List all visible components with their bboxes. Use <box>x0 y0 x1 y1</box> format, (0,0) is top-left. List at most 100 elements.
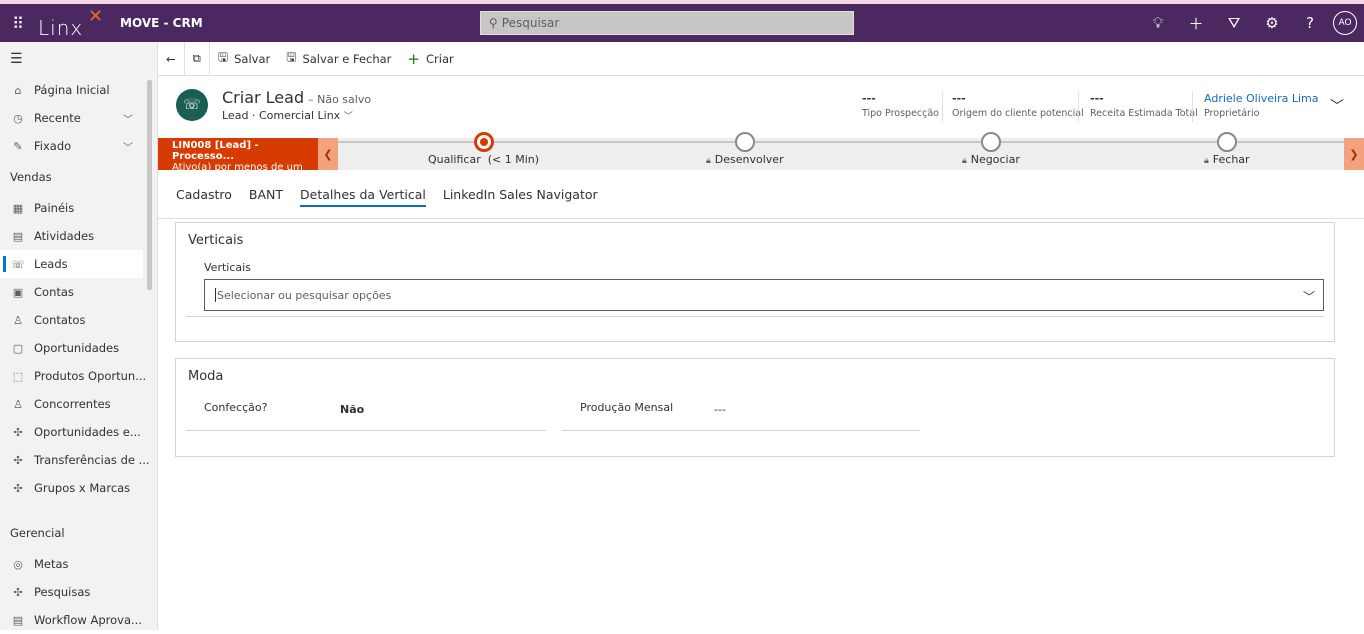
sidebar-item-goals[interactable]: ◎ Metas <box>0 550 157 578</box>
sidebar-item-opportunities[interactable]: ▢ Oportunidades <box>0 334 157 362</box>
person-icon: ♙ <box>13 313 23 327</box>
sidebar-item-competitors[interactable]: ♙ Concorrentes <box>0 390 157 418</box>
home-icon: ⌂ <box>14 83 22 97</box>
section-moda: Moda Confecção? Não Produção Mensal --- <box>175 358 1335 457</box>
help-icon[interactable]: ? <box>1291 4 1329 42</box>
stage-qualify[interactable]: Qualificar (< 1 Min) <box>428 132 539 166</box>
document-icon: ▢ <box>12 341 24 355</box>
confeccao-label: Confecção? <box>204 401 268 414</box>
business-process-flow: LIN008 [Lead] - Processo... Ativo(a) por… <box>158 132 1364 184</box>
owner-link[interactable]: Adriele Oliveira Lima <box>1204 92 1319 106</box>
section-verticais: Verticais Verticais Selecionar ou pesqui… <box>175 222 1335 342</box>
popout-icon: ⧉ <box>192 51 201 65</box>
back-button[interactable]: ← <box>158 41 185 76</box>
hamburger-icon[interactable]: ☰ <box>0 42 157 76</box>
form-selector[interactable]: Comercial Linx <box>259 109 340 122</box>
tab-vertical-details[interactable]: Detalhes da Vertical <box>300 171 426 219</box>
clipboard-icon: ▤ <box>12 613 24 627</box>
tab-linkedin[interactable]: LinkedIn Sales Navigator <box>443 171 598 219</box>
gear-icon[interactable]: ⚙ <box>1253 4 1291 42</box>
sidebar-item-pinned[interactable]: ✎ Fixado ﹀ <box>0 132 157 160</box>
plus-icon[interactable]: ＋ <box>1177 4 1215 42</box>
sidebar-item-recent[interactable]: ◷ Recente ﹀ <box>0 104 157 132</box>
stage-develop[interactable]: 🔒︎ Desenvolver <box>706 132 784 166</box>
form-tabs: Cadastro BANT Detalhes da Vertical Linke… <box>158 171 1364 219</box>
chevron-down-icon[interactable]: ﹀ <box>344 112 353 122</box>
box-icon: ⬚ <box>12 369 24 383</box>
lead-entity-icon: ☏ <box>176 89 208 121</box>
pin-icon: ✎ <box>13 139 23 153</box>
top-bar: ⠿ Linx ✕ MOVE - CRM ⚲ Pesquisar 💡︎ ＋ ⛛ ⚙… <box>0 0 1364 42</box>
sidebar: ☰ ⌂ Página Inicial ◷ Recente ﹀ ✎ Fixado ﹀ Ven… <box>0 42 158 630</box>
sidebar-item-groups-brands[interactable]: ✣ Grupos x Marcas <box>0 474 157 502</box>
sidebar-section-sales: Vendas <box>10 170 52 184</box>
confeccao-value[interactable]: Não <box>340 403 364 416</box>
sidebar-item-home[interactable]: ⌂ Página Inicial <box>0 76 157 104</box>
avatar[interactable]: AO <box>1333 11 1357 35</box>
chevron-down-icon: ﹀ <box>123 114 133 126</box>
stage-negotiate[interactable]: 🔒︎ Negociar <box>962 132 1020 166</box>
header-expand-chevron-icon[interactable]: ﹀ <box>1330 96 1344 116</box>
arrow-left-icon: ← <box>166 51 176 66</box>
producao-mensal-label: Produção Mensal <box>580 401 674 414</box>
chevron-down-icon[interactable]: ﹀ <box>1303 288 1315 305</box>
create-button[interactable]: + Criar <box>399 42 461 76</box>
linx-logo[interactable]: Linx ✕ <box>38 4 114 42</box>
sidebar-item-surveys[interactable]: ✣ Pesquisas <box>0 578 157 606</box>
sidebar-item-activities[interactable]: ▤ Atividades <box>0 222 157 250</box>
sidebar-section-management: Gerencial <box>10 526 65 540</box>
save-button[interactable]: 🖫 Salvar <box>210 42 278 76</box>
sidebar-item-contacts[interactable]: ♙ Contatos <box>0 306 157 334</box>
tab-cadastro[interactable]: Cadastro <box>176 171 232 219</box>
app-launcher-icon[interactable]: ⠿ <box>0 4 36 42</box>
form-content: Verticais Verticais Selecionar ou pesqui… <box>158 220 1364 630</box>
sidebar-scrollbar[interactable] <box>147 80 152 290</box>
verticais-multiselect[interactable]: Selecionar ou pesquisar opções ﹀ <box>204 279 1324 311</box>
sidebar-item-opportunity-products[interactable]: ⬚ Produtos Oportun... <box>0 362 157 390</box>
bpf-prev-chevron-icon[interactable]: ❮ <box>318 138 338 170</box>
tab-bant[interactable]: BANT <box>249 171 283 219</box>
search-icon: ⚲ <box>489 16 498 30</box>
header-field-est-revenue: --- Receita Estimada Total <box>1090 92 1198 119</box>
save-close-button[interactable]: 🖫 Salvar e Fechar <box>278 42 399 76</box>
puzzle-icon: ✣ <box>13 585 23 599</box>
target-icon: ◎ <box>13 557 23 571</box>
sidebar-item-leads[interactable]: ☏ Leads <box>0 250 143 278</box>
lightbulb-icon[interactable]: 💡︎ <box>1139 4 1177 42</box>
person-icon: ♙ <box>13 397 23 411</box>
search-input[interactable]: ⚲ Pesquisar <box>480 11 854 35</box>
command-bar: ← ⧉ 🖫 Salvar 🖫 Salvar e Fechar + Criar <box>158 41 1364 76</box>
lock-icon: 🔒︎ <box>1204 156 1209 166</box>
puzzle-icon: ✣ <box>13 481 23 495</box>
sidebar-item-accounts[interactable]: ▣ Contas <box>0 278 157 306</box>
filter-icon[interactable]: ⛛ <box>1215 4 1253 42</box>
unsaved-status: – Não salvo <box>308 93 372 106</box>
stage-active-dot <box>473 132 494 152</box>
process-flag[interactable]: LIN008 [Lead] - Processo... Ativo(a) por… <box>158 138 318 184</box>
producao-mensal-value[interactable]: --- <box>714 403 726 416</box>
header-field-prospect-type: --- Tipo Prospecção <box>862 92 939 119</box>
sidebar-item-dashboards[interactable]: ▦ Painéis <box>0 194 157 222</box>
clipboard-icon: ▤ <box>12 229 24 243</box>
header-field-lead-source: --- Origem do cliente potencial <box>952 92 1084 119</box>
entity-form-selector: Lead · Comercial Linx ﹀ <box>222 109 353 122</box>
dashboard-icon: ▦ <box>12 201 24 215</box>
save-close-icon: 🖫 <box>286 50 297 64</box>
plus-icon: + <box>407 49 420 68</box>
lock-icon: 🔒︎ <box>962 156 967 166</box>
bpf-next-chevron-icon[interactable]: ❯ <box>1344 138 1364 170</box>
header-field-owner: Adriele Oliveira Lima Proprietário <box>1204 92 1319 119</box>
sidebar-item-opportunities-e[interactable]: ✣ Oportunidades e... <box>0 418 157 446</box>
popout-button[interactable]: ⧉ <box>185 41 210 76</box>
puzzle-icon: ✣ <box>13 453 23 467</box>
sidebar-item-transfers[interactable]: ✣ Transferências de ... <box>0 446 157 474</box>
record-header: ☏ Criar Lead – Não salvo Lead · Comercial… <box>158 76 1364 138</box>
clock-icon: ◷ <box>13 111 23 125</box>
stage-close[interactable]: 🔒︎ Fechar <box>1204 132 1250 166</box>
puzzle-icon: ✣ <box>13 425 23 439</box>
verticais-label: Verticais <box>204 261 251 274</box>
building-icon: ▣ <box>12 285 24 299</box>
lock-icon: 🔒︎ <box>706 156 711 166</box>
phone-icon: ☏ <box>11 257 25 271</box>
app-name[interactable]: MOVE - CRM <box>120 16 203 30</box>
